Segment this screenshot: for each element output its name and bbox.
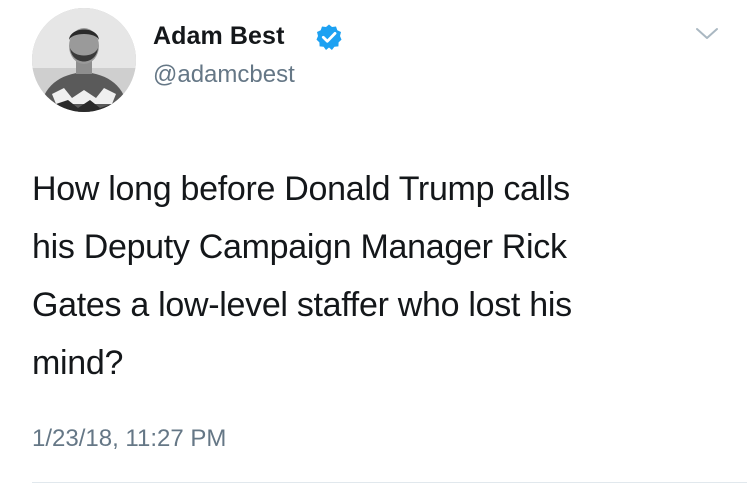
tweet-timestamp[interactable]: 1/23/18, 11:27 PM	[32, 424, 226, 454]
verified-badge-icon	[315, 23, 343, 51]
avatar[interactable]	[32, 8, 136, 112]
chevron-down-icon[interactable]	[694, 24, 720, 44]
divider	[32, 482, 747, 483]
user-handle[interactable]: @adamcbest	[153, 60, 295, 90]
tweet-text: How long before Donald Trump calls his D…	[32, 170, 572, 382]
display-name[interactable]: Adam Best	[153, 20, 285, 52]
